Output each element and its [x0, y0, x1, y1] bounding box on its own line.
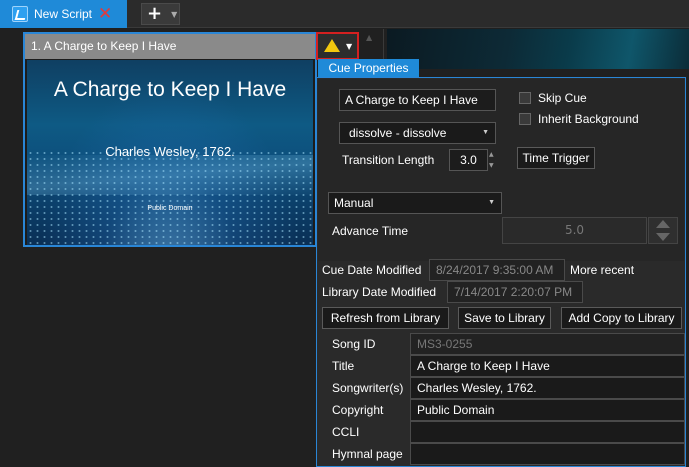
- cue-card[interactable]: 1. A Charge to Keep I Have ▼ A Charge to…: [23, 32, 359, 247]
- metadata-row-ccli: CCLI: [317, 421, 685, 443]
- tab-cue-properties[interactable]: Cue Properties: [318, 59, 419, 78]
- metadata-label: Copyright: [332, 403, 384, 417]
- cue-date-value: 8/24/2017 9:35:00 AM: [429, 259, 565, 281]
- advance-time-label: Advance Time: [332, 224, 409, 238]
- save-to-library-button[interactable]: Save to Library: [458, 307, 551, 329]
- metadata-label: Song ID: [332, 337, 376, 351]
- cue-title: 1. A Charge to Keep I Have: [31, 39, 177, 53]
- inherit-background-label: Inherit Background: [538, 112, 639, 126]
- chevron-down-icon: ▼: [346, 42, 353, 51]
- warning-icon: [324, 39, 340, 52]
- ccli-field[interactable]: [410, 421, 685, 443]
- advance-time-stepper[interactable]: [648, 217, 678, 244]
- slide-author: Charles Wesley, 1762.: [105, 144, 235, 159]
- advance-mode-select[interactable]: Manual ▼: [328, 192, 502, 214]
- advance-mode-value: Manual: [334, 196, 374, 210]
- add-script-button[interactable]: + ▼: [141, 3, 180, 25]
- transition-length-input[interactable]: 3.0: [449, 149, 488, 171]
- refresh-from-library-button[interactable]: Refresh from Library: [322, 307, 449, 329]
- transition-select[interactable]: dissolve - dissolve ▼: [339, 122, 496, 144]
- chevron-down-icon[interactable]: ▼: [171, 10, 177, 19]
- chevron-down-icon: ▼: [482, 129, 489, 136]
- time-trigger-button[interactable]: Time Trigger: [517, 147, 595, 169]
- transition-select-value: dissolve - dissolve: [349, 126, 447, 140]
- metadata-label: Title: [332, 359, 355, 373]
- skip-cue-label: Skip Cue: [538, 91, 587, 105]
- metadata-row-copyright: Copyright Public Domain: [317, 399, 685, 421]
- slide-title: A Charge to Keep I Have: [53, 78, 287, 101]
- inherit-background-checkbox[interactable]: [519, 113, 531, 125]
- title-field[interactable]: A Charge to Keep I Have: [410, 355, 685, 377]
- metadata-label: CCLI: [332, 425, 360, 439]
- tab-label: New Script: [34, 7, 93, 21]
- metadata-row-title: Title A Charge to Keep I Have: [317, 355, 685, 377]
- warning-dropdown-button[interactable]: ▼: [316, 32, 359, 60]
- plus-icon: +: [147, 3, 163, 24]
- metadata-label: Hymnal page: [332, 447, 403, 461]
- tab-bar: New Script ✕ + ▼: [0, 0, 689, 28]
- metadata-row-song-id: Song ID MS3-0255: [317, 333, 685, 355]
- background-preview: [387, 29, 689, 69]
- cue-header[interactable]: 1. A Charge to Keep I Have: [25, 34, 315, 59]
- library-date-label: Library Date Modified: [322, 285, 437, 299]
- song-id-field[interactable]: MS3-0255: [410, 333, 685, 355]
- more-recent-label: More recent: [570, 263, 635, 277]
- spin-up-icon[interactable]: [656, 220, 670, 228]
- app-script-icon: [12, 6, 28, 22]
- metadata-row-hymnal-page: Hymnal page: [317, 443, 685, 465]
- slide-copyright: Public Domain: [147, 205, 193, 212]
- cue-name-input[interactable]: A Charge to Keep I Have: [339, 89, 496, 111]
- skip-cue-checkbox[interactable]: [519, 92, 531, 104]
- spin-down-icon[interactable]: [656, 233, 670, 241]
- hymnal-page-field[interactable]: [410, 443, 685, 465]
- slide-preview[interactable]: A Charge to Keep I Have Charles Wesley, …: [27, 60, 313, 245]
- metadata-row-songwriters: Songwriter(s) Charles Wesley, 1762.: [317, 377, 685, 399]
- metadata-label: Songwriter(s): [332, 381, 404, 395]
- library-date-value: 7/14/2017 2:20:07 PM: [447, 281, 583, 303]
- close-icon[interactable]: ✕: [98, 5, 112, 23]
- copyright-field[interactable]: Public Domain: [410, 399, 685, 421]
- add-copy-to-library-button[interactable]: Add Copy to Library: [561, 307, 682, 329]
- songwriters-field[interactable]: Charles Wesley, 1762.: [410, 377, 685, 399]
- transition-length-label: Transition Length: [342, 153, 435, 167]
- advance-time-input[interactable]: 5.0: [502, 217, 647, 244]
- scroll-up-icon[interactable]: ▲: [366, 33, 372, 42]
- transition-length-stepper[interactable]: ▲ ▼: [489, 149, 494, 171]
- tab-new-script[interactable]: New Script ✕: [0, 0, 127, 28]
- cue-date-label: Cue Date Modified: [322, 263, 422, 277]
- chevron-down-icon: ▼: [488, 199, 495, 206]
